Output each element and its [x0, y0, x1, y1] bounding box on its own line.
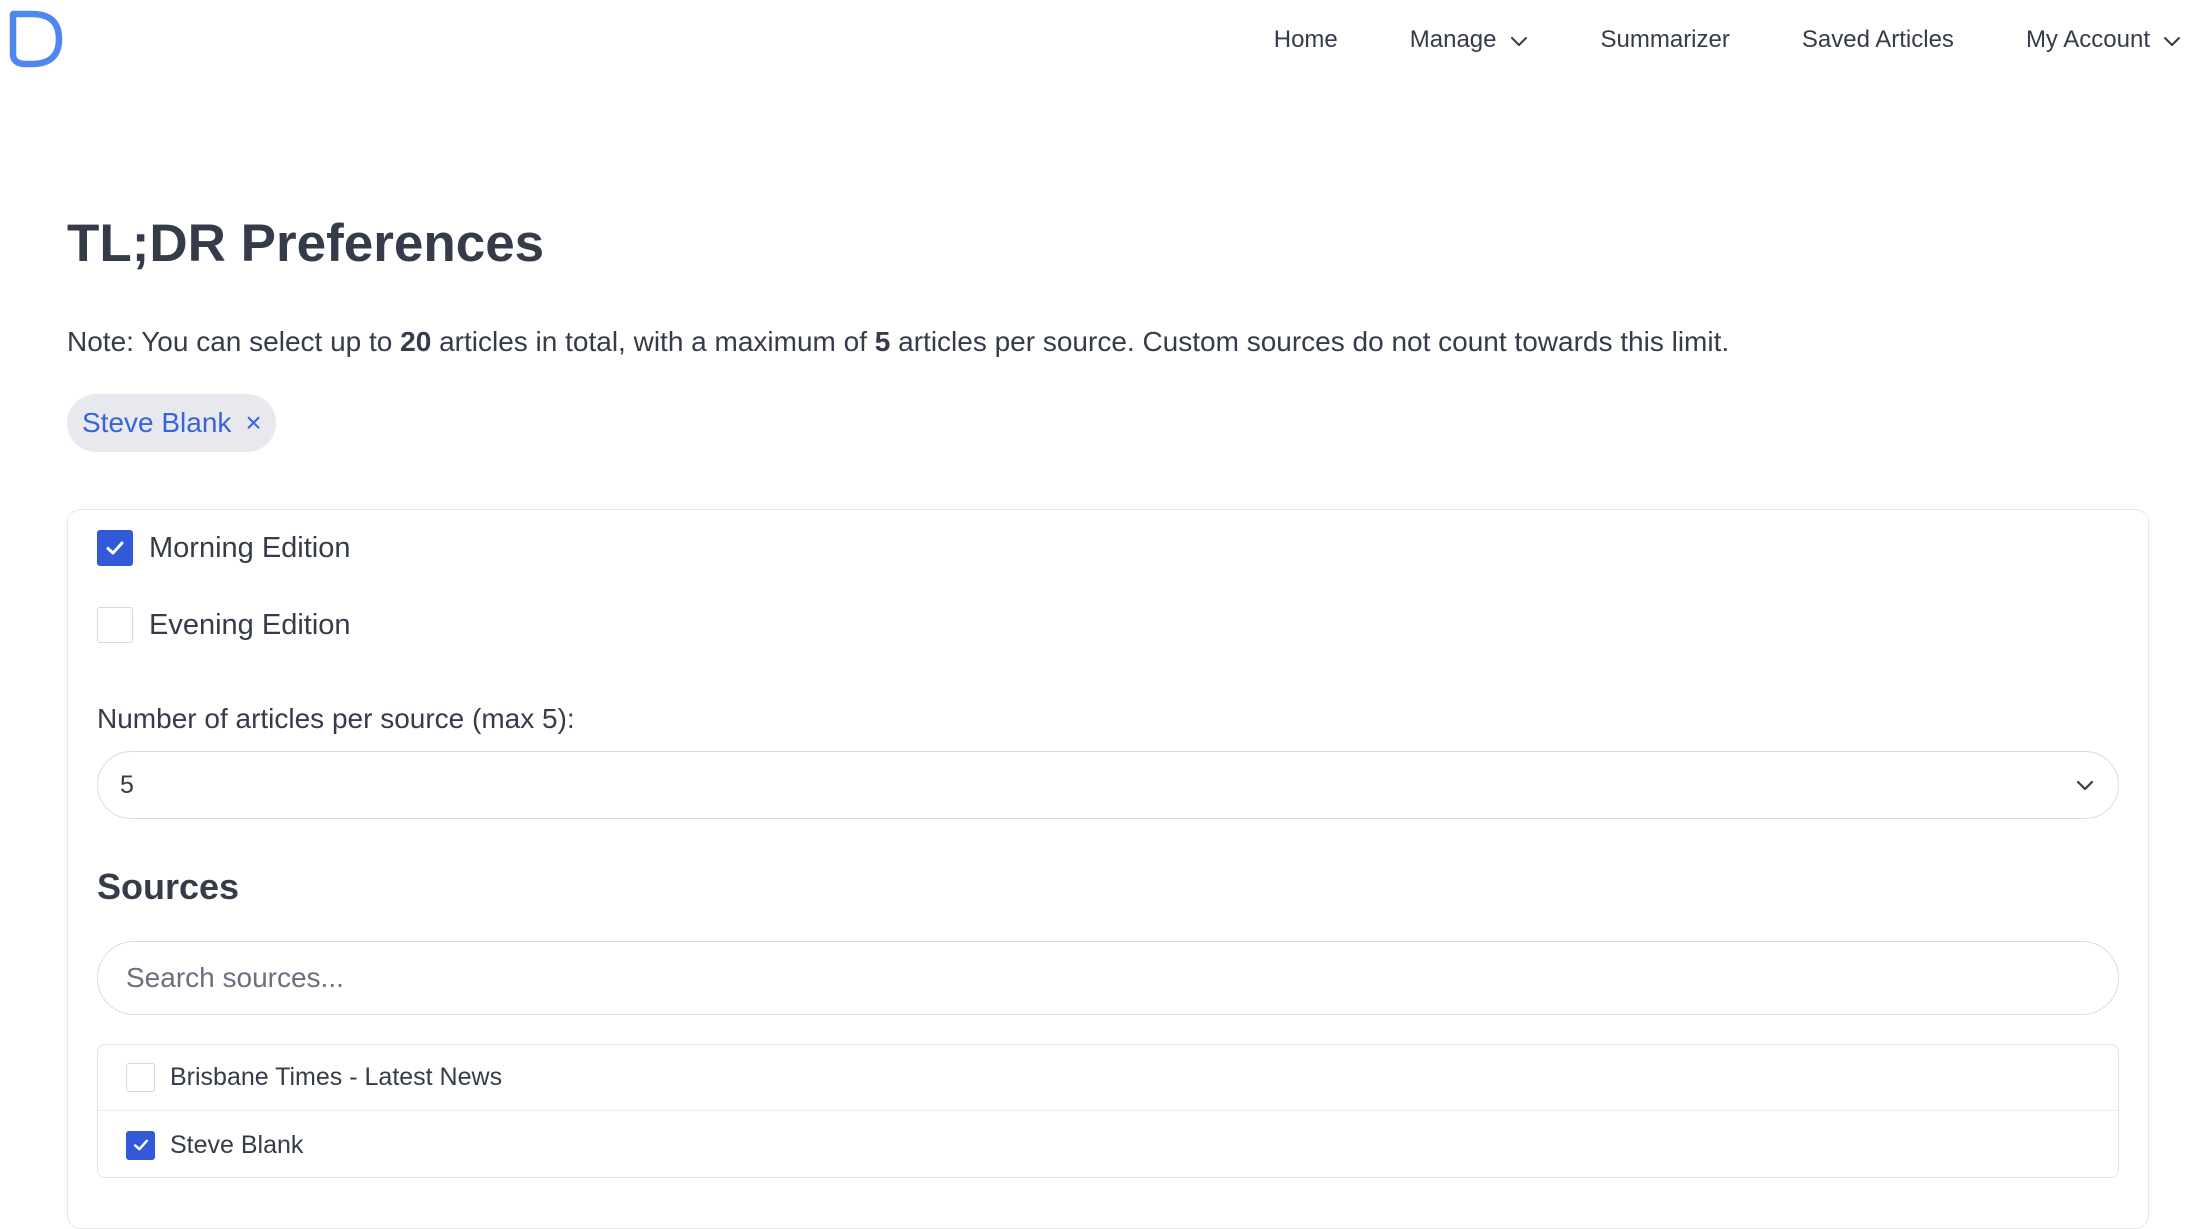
source-checkbox-steve-blank[interactable] [126, 1130, 155, 1160]
list-item[interactable]: Steve Blank [98, 1112, 2118, 1177]
nav-summarizer[interactable]: Summarizer [1601, 26, 1730, 54]
nav-manage[interactable]: Manage [1410, 26, 1529, 54]
chip-label: Steve Blank [82, 407, 232, 438]
morning-edition-label: Morning Edition [149, 531, 351, 564]
nav-home[interactable]: Home [1274, 26, 1338, 54]
search-sources-input[interactable] [97, 941, 2119, 1015]
source-list: Brisbane Times - Latest News Steve Blank [97, 1044, 2119, 1178]
nav-saved-articles[interactable]: Saved Articles [1802, 26, 1954, 54]
nav-manage-label: Manage [1409, 26, 1497, 53]
chevron-down-icon [2162, 30, 2182, 50]
note-suffix: articles per source. Custom sources do n… [890, 326, 1730, 357]
source-checkbox-brisbane-times[interactable] [126, 1063, 155, 1092]
note-prefix: Note: You can select up to [67, 326, 401, 357]
morning-edition-checkbox[interactable] [97, 530, 133, 566]
source-label: Steve Blank [170, 1130, 304, 1159]
nav-my-account[interactable]: My Account [2026, 26, 2182, 54]
nav-home-label: Home [1273, 26, 1338, 53]
morning-edition-option[interactable]: Morning Edition [97, 530, 351, 566]
chip-remove-button[interactable]: × [245, 407, 261, 439]
evening-edition-checkbox[interactable] [97, 607, 133, 643]
limit-note: Note: You can select up to 20 articles i… [67, 322, 1729, 362]
top-navbar: Home Manage Summarizer Saved Articles My… [0, 0, 2204, 80]
nav-summarizer-label: Summarizer [1600, 26, 1730, 53]
note-middle: articles in total, with a maximum of [431, 326, 875, 357]
preferences-card: Morning Edition Evening Edition Number o… [67, 509, 2149, 1229]
note-total-limit: 20 [400, 326, 432, 357]
list-item[interactable]: Brisbane Times - Latest News [98, 1045, 2118, 1111]
main-nav: Home Manage Summarizer Saved Articles My… [1202, 0, 2182, 80]
selected-source-chip: Steve Blank × [67, 394, 276, 452]
nav-saved-articles-label: Saved Articles [1801, 26, 1954, 53]
sources-title: Sources [97, 866, 240, 907]
articles-per-source-select[interactable]: 5 [97, 751, 2119, 819]
articles-per-source-value: 5 [120, 770, 134, 799]
note-per-source-limit: 5 [874, 326, 891, 357]
source-label: Brisbane Times - Latest News [170, 1063, 503, 1091]
articles-per-source-label: Number of articles per source (max 5): [97, 703, 575, 734]
chevron-down-icon [2074, 774, 2096, 796]
d-logo-icon[interactable] [8, 10, 64, 68]
evening-edition-label: Evening Edition [149, 608, 351, 641]
nav-my-account-label: My Account [2025, 26, 2150, 53]
chevron-down-icon [1509, 30, 1529, 50]
page-title: TL;DR Preferences [67, 214, 545, 273]
evening-edition-option[interactable]: Evening Edition [97, 607, 351, 643]
